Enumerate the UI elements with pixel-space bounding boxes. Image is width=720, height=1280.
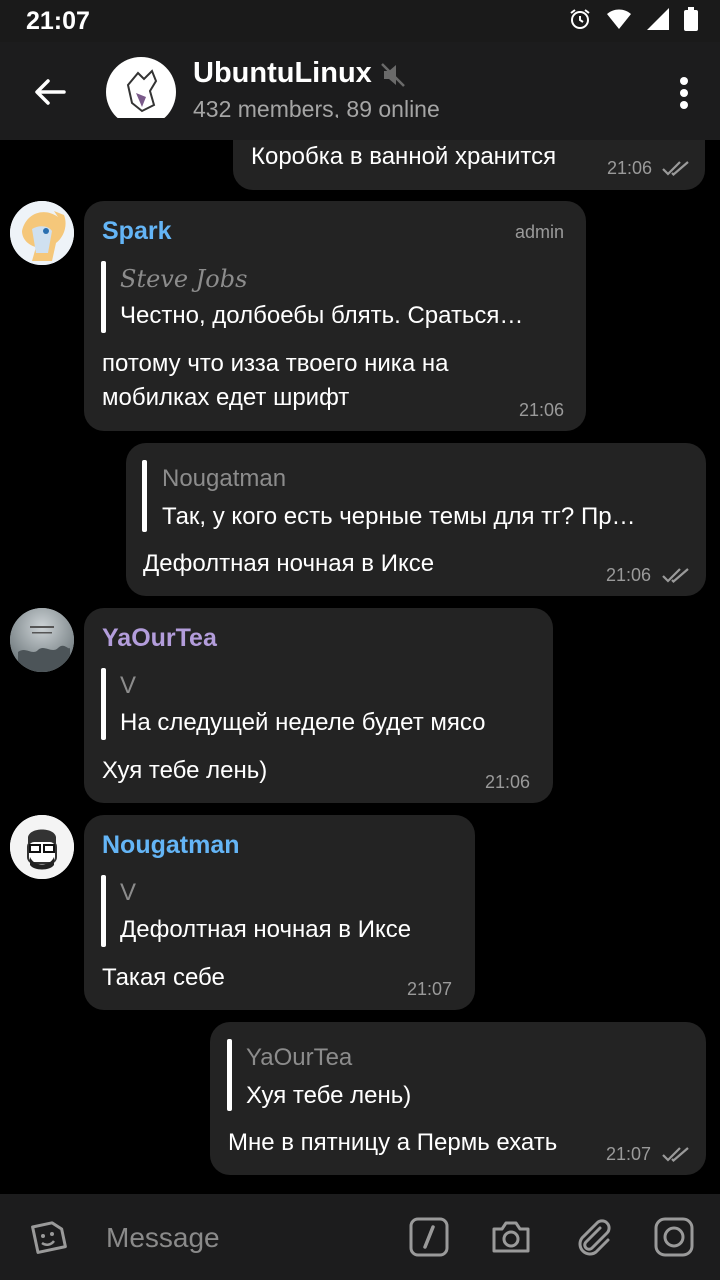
message-bubble-incoming[interactable]: Spark admin Steve Jobs Честно, долбоебы … xyxy=(84,201,586,431)
more-vert-icon[interactable] xyxy=(678,76,690,110)
read-ticks-icon xyxy=(662,1147,689,1162)
message-time: 21:06 xyxy=(606,565,652,585)
read-ticks-icon xyxy=(662,568,689,583)
message-text: Дефолтная ночная в Иксе xyxy=(143,550,435,577)
wifi-icon xyxy=(607,9,631,29)
reply-text[interactable]: Так, у кого есть черные темы для тг? Пр… xyxy=(162,503,678,531)
sender-name[interactable]: Nougatman xyxy=(102,831,240,860)
header-overlay xyxy=(0,118,720,140)
sender-name[interactable]: YaOurTea xyxy=(102,624,217,653)
reply-sender[interactable]: V xyxy=(120,879,136,907)
admin-badge: admin xyxy=(515,222,565,242)
status-bar: 21:07 xyxy=(0,0,720,42)
message-input-bar: Message xyxy=(0,1194,720,1280)
message-text: Хуя тебе лень) xyxy=(102,757,268,784)
reply-bar xyxy=(101,875,106,947)
mute-icon xyxy=(381,63,405,87)
message-time: 21:06 xyxy=(607,158,653,178)
avatar-yaourtea[interactable] xyxy=(10,608,74,672)
reply-bar xyxy=(227,1039,232,1111)
bot-command-icon[interactable] xyxy=(408,1216,450,1258)
reply-sender[interactable]: YaOurTea xyxy=(246,1044,352,1072)
attach-icon[interactable] xyxy=(572,1216,614,1258)
battery-icon xyxy=(684,7,698,31)
reply-text[interactable]: Честно, долбоебы блять. Сраться… xyxy=(120,302,570,330)
message-time: 21:07 xyxy=(407,979,453,999)
reply-bar xyxy=(101,261,106,333)
reply-text[interactable]: Хуя тебе лень) xyxy=(246,1082,686,1110)
message-time: 21:06 xyxy=(519,400,565,420)
instagram-camera-icon[interactable] xyxy=(653,1216,695,1258)
reply-text[interactable]: Дефолтная ночная в Иксе xyxy=(120,916,460,944)
avatar-nougatman[interactable] xyxy=(10,815,74,879)
camera-icon[interactable] xyxy=(490,1216,532,1258)
message-text: Коробка в ванной хранится xyxy=(251,143,557,170)
chat-title[interactable]: UbuntuLinux xyxy=(193,57,372,90)
signal-icon xyxy=(647,8,669,30)
alarm-icon xyxy=(570,9,590,29)
message-bubble-outgoing[interactable]: Nougatman Так, у кого есть черные темы д… xyxy=(126,443,706,596)
message-time: 21:07 xyxy=(606,1144,652,1164)
message-text: Мне в пятницу а Пермь ехать xyxy=(228,1129,558,1156)
sticker-icon[interactable] xyxy=(27,1216,69,1258)
chat-avatar[interactable] xyxy=(106,57,176,127)
message-text: Такая себе xyxy=(102,964,225,991)
message-bubble-incoming[interactable]: Nougatman V Дефолтная ночная в Иксе Така… xyxy=(84,815,475,1010)
status-time: 21:07 xyxy=(26,7,90,35)
reply-bar xyxy=(142,460,147,532)
message-bubble-outgoing[interactable]: YaOurTea Хуя тебе лень) Мне в пятницу а … xyxy=(210,1022,706,1175)
read-ticks-icon xyxy=(662,161,689,176)
reply-sender[interactable]: V xyxy=(120,672,136,700)
message-input[interactable]: Message xyxy=(106,1222,220,1254)
message-time: 21:06 xyxy=(485,772,531,792)
reply-bar xyxy=(101,668,106,740)
reply-text[interactable]: На следущей неделе будет мясо xyxy=(120,709,540,737)
message-text-line-2: мобилках едет шрифт xyxy=(102,384,350,411)
reply-sender[interactable]: Steve Jobs xyxy=(120,265,247,293)
sender-name[interactable]: Spark xyxy=(102,217,171,246)
message-text-line-1: потому что изза твоего ника на xyxy=(102,350,449,377)
avatar-spark[interactable] xyxy=(10,201,74,265)
reply-sender[interactable]: Nougatman xyxy=(162,465,286,493)
message-bubble-incoming[interactable]: YaOurTea V На следущей неделе будет мясо… xyxy=(84,608,553,803)
status-icons xyxy=(568,7,698,31)
back-arrow-icon[interactable] xyxy=(30,72,70,112)
